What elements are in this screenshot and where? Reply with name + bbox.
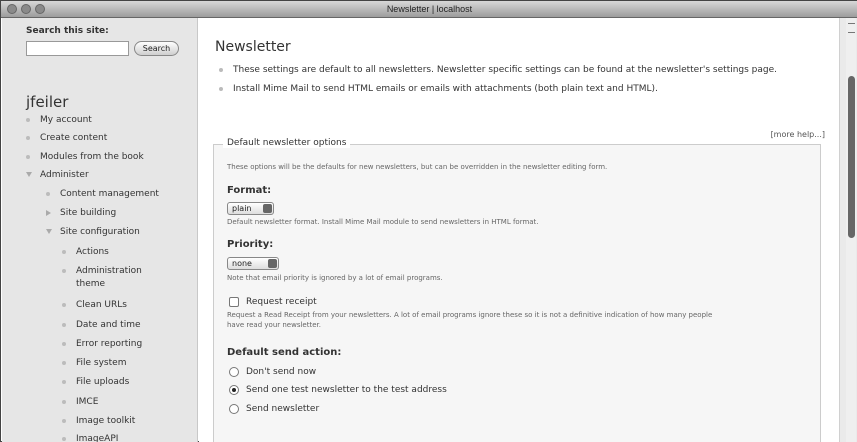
radio-dont-send-label[interactable]: Don't send now: [246, 367, 316, 377]
request-receipt-help: Request a Read Receipt from your newslet…: [227, 311, 713, 319]
fieldset-description: These options will be the defaults for n…: [227, 163, 608, 171]
radio-dont-send[interactable]: [229, 367, 239, 377]
bullet-icon: [62, 361, 66, 365]
bullet-icon: [26, 118, 30, 122]
request-receipt-label[interactable]: Request receipt: [246, 297, 317, 307]
more-help-link[interactable]: [more help...]: [771, 130, 825, 139]
priority-select[interactable]: none: [227, 257, 279, 270]
bullet-icon: [219, 68, 223, 72]
bullet-icon: [62, 303, 66, 307]
bullet-icon: [26, 136, 30, 140]
expanded-icon: [26, 172, 32, 177]
scrollbar-thumb[interactable]: [848, 76, 855, 238]
sidebar: Search this site: Search jfeiler My acco…: [2, 18, 198, 442]
default-options-fieldset: [213, 144, 821, 442]
search-label: Search this site:: [26, 26, 109, 36]
page-title: Newsletter: [215, 39, 291, 55]
bullet-icon: [62, 250, 66, 254]
bullet-icon: [62, 437, 66, 441]
priority-label: Priority:: [227, 239, 274, 250]
main-content: Newsletter These settings are default to…: [199, 18, 839, 442]
scroll-up-arrow-icon[interactable]: [848, 23, 855, 33]
radio-send-newsletter-label[interactable]: Send newsletter: [246, 404, 319, 414]
request-receipt-help-cont: have read your newsletter.: [227, 321, 321, 329]
bullet-icon: [219, 87, 223, 91]
send-action-label: Default send action:: [227, 347, 342, 358]
bullet-icon: [62, 400, 66, 404]
sidebar-item-administration-theme[interactable]: Administration theme: [62, 266, 192, 290]
format-select[interactable]: plain: [227, 202, 274, 215]
radio-send-test-label[interactable]: Send one test newsletter to the test add…: [246, 385, 447, 395]
bullet-icon: [62, 323, 66, 327]
bullet-icon: [62, 419, 66, 423]
request-receipt-checkbox[interactable]: [229, 297, 239, 307]
username-heading: jfeiler: [26, 93, 69, 111]
format-help: Default newsletter format. Install Mime …: [227, 218, 539, 226]
select-arrow-icon: [268, 259, 277, 268]
bullet-icon: [62, 269, 66, 273]
expanded-icon: [46, 229, 52, 234]
radio-send-test[interactable]: [229, 385, 239, 395]
browser-window: Newsletter | localhost Search this site:…: [0, 0, 857, 442]
radio-send-newsletter[interactable]: [229, 404, 239, 414]
bullet-icon: [62, 380, 66, 384]
search-input[interactable]: [26, 41, 129, 56]
bullet-icon: [26, 155, 30, 159]
bullet-icon: [62, 342, 66, 346]
window-title: Newsletter | localhost: [386, 4, 473, 14]
search-button[interactable]: Search: [134, 41, 179, 56]
collapsed-icon: [46, 210, 51, 216]
title-bar: Newsletter | localhost: [1, 1, 857, 18]
select-arrow-icon: [263, 204, 272, 213]
priority-help: Note that email priority is ignored by a…: [227, 274, 443, 282]
format-label: Format:: [227, 185, 272, 196]
fieldset-legend[interactable]: Default newsletter options: [223, 138, 351, 148]
bullet-icon: [46, 192, 50, 196]
